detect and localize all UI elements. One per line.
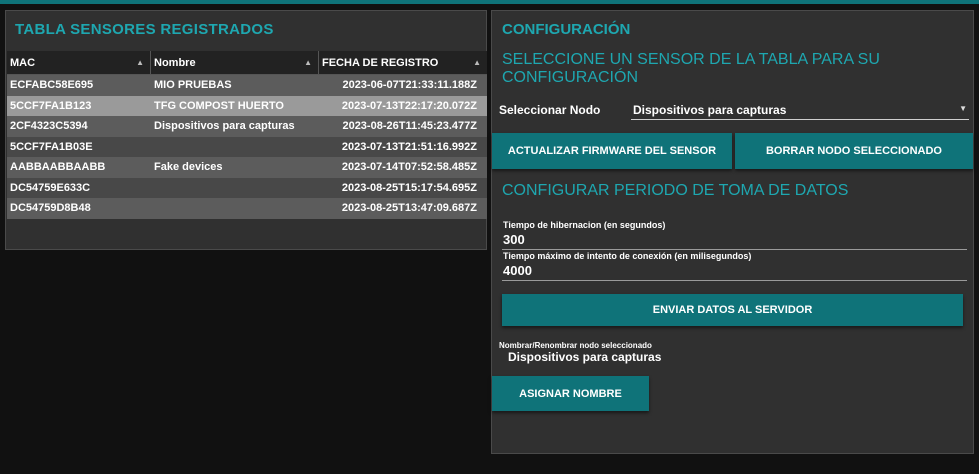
cell-name: Dispositivos para capturas: [154, 120, 295, 132]
cell-mac: 2CF4323C5394: [10, 120, 88, 132]
sensors-table: MAC ▲ Nombre ▲ FECHA DE REGISTRO ▲ ECFAB…: [7, 51, 487, 219]
config-panel-title: CONFIGURACIÓN: [502, 21, 631, 38]
cell-name: [151, 178, 319, 199]
sensors-panel-title: TABLA SENSORES REGISTRADOS: [15, 21, 274, 38]
timeout-input[interactable]: 4000: [502, 261, 967, 281]
cell-mac: 5CCF7FA1B03E: [10, 140, 93, 153]
cell-name: MIO PRUEBAS: [154, 79, 232, 91]
sleep-time-value: 300: [503, 232, 525, 247]
update-firmware-button[interactable]: ACTUALIZAR FIRMWARE DEL SENSOR: [492, 133, 732, 169]
period-section-title: CONFIGURAR PERIODO DE TOMA DE DATOS: [502, 182, 849, 199]
send-data-button[interactable]: ENVIAR DATOS AL SERVIDOR: [502, 294, 963, 326]
rename-input[interactable]: Dispositivos para capturas: [508, 350, 661, 364]
cell-date: 2023-08-25T13:47:09.687Z: [341, 202, 477, 214]
cell-mac: DC54759E633C: [10, 181, 91, 194]
table-row[interactable]: DC54759E633C 2023-08-25T15:17:54.695Z: [7, 177, 487, 199]
node-select-label: Seleccionar Nodo: [499, 103, 601, 117]
node-select-value: Dispositivos para capturas: [633, 103, 787, 117]
cell-date: 2023-07-13T21:51:16.992Z: [341, 140, 477, 153]
config-panel: CONFIGURACIÓN SELECCIONE UN SENSOR DE LA…: [491, 10, 974, 454]
table-row[interactable]: ECFABC58E695 MIO PRUEBAS 2023-06-07T21:3…: [7, 75, 487, 96]
node-select-dropdown[interactable]: Dispositivos para capturas ▼: [631, 100, 969, 120]
table-row[interactable]: AABBAABBAABB Fake devices 2023-07-14T07:…: [7, 157, 487, 178]
cell-date: 2023-07-13T22:17:20.072Z: [341, 99, 477, 112]
table-row[interactable]: 5CCF7FA1B03E 2023-07-13T21:51:16.992Z: [7, 136, 487, 158]
cell-name: [151, 198, 319, 219]
assign-name-button[interactable]: ASIGNAR NOMBRE: [492, 376, 649, 411]
cell-name: [151, 137, 319, 158]
column-header-mac[interactable]: MAC ▲: [7, 51, 151, 74]
column-header-date[interactable]: FECHA DE REGISTRO ▲: [319, 51, 487, 74]
cell-date: 2023-07-14T07:52:58.485Z: [341, 161, 477, 173]
timeout-value: 4000: [503, 263, 532, 278]
timeout-label: Tiempo máximo de intento de conexión (en…: [503, 251, 752, 261]
sensors-panel: TABLA SENSORES REGISTRADOS MAC ▲ Nombre …: [5, 10, 487, 250]
cell-mac: AABBAABBAABB: [10, 161, 106, 173]
top-accent-bar: [0, 0, 979, 4]
cell-mac: 5CCF7FA1B123: [10, 99, 92, 112]
rename-label: Nombrar/Renombrar nodo seleccionado: [499, 341, 652, 350]
config-subtitle: SELECCIONE UN SENSOR DE LA TABLA PARA SU…: [502, 51, 880, 86]
column-header-label: MAC: [10, 57, 36, 69]
cell-mac: DC54759D8B48: [10, 202, 91, 214]
sort-up-icon: ▲: [304, 58, 312, 67]
table-row[interactable]: DC54759D8B48 2023-08-25T13:47:09.687Z: [7, 198, 487, 219]
sort-up-icon: ▲: [473, 58, 481, 67]
cell-date: 2023-08-25T15:17:54.695Z: [341, 181, 477, 194]
column-header-label: Nombre: [154, 57, 196, 69]
cell-name: TFG COMPOST HUERTO: [154, 99, 284, 112]
cell-name: Fake devices: [154, 161, 223, 173]
cell-mac: ECFABC58E695: [10, 79, 94, 91]
column-header-label: FECHA DE REGISTRO: [322, 57, 439, 69]
table-header: MAC ▲ Nombre ▲ FECHA DE REGISTRO ▲: [7, 51, 487, 75]
table-row[interactable]: 2CF4323C5394 Dispositivos para capturas …: [7, 116, 487, 137]
delete-node-button[interactable]: BORRAR NODO SELECCIONADO: [735, 133, 973, 169]
table-row-selected[interactable]: 5CCF7FA1B123 TFG COMPOST HUERTO 2023-07-…: [7, 95, 487, 116]
cell-date: 2023-06-07T21:33:11.188Z: [342, 79, 477, 91]
caret-down-icon: ▼: [959, 104, 967, 113]
sort-up-icon: ▲: [136, 58, 144, 67]
sleep-time-label: Tiempo de hibernacion (en segundos): [503, 220, 666, 230]
column-header-name[interactable]: Nombre ▲: [151, 51, 319, 74]
sleep-time-input[interactable]: 300: [502, 230, 967, 250]
cell-date: 2023-08-26T11:45:23.477Z: [342, 120, 477, 132]
